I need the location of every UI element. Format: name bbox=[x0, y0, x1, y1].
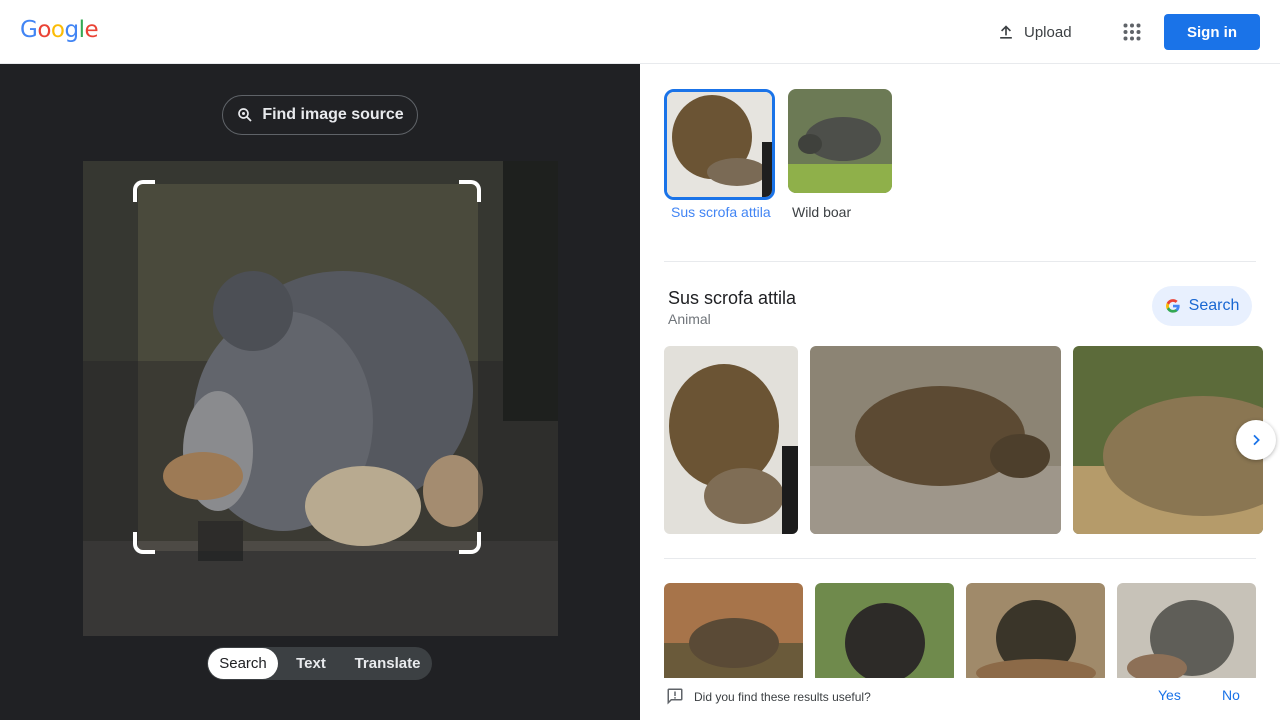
result-image[interactable] bbox=[1073, 346, 1263, 534]
feedback-yes-button[interactable]: Yes bbox=[1158, 687, 1181, 703]
result-image[interactable] bbox=[810, 346, 1061, 534]
result-image[interactable] bbox=[664, 583, 803, 683]
results-panel: Sus scrofa attila Wild boar Sus scrofa a… bbox=[640, 64, 1280, 720]
mode-switcher: Search Text Translate bbox=[207, 647, 432, 680]
sign-in-button[interactable]: Sign in bbox=[1164, 14, 1260, 50]
chip-label: Wild boar bbox=[792, 204, 852, 220]
logo-letter: G bbox=[20, 17, 38, 43]
image-crop-panel: Find image source Search Text Translate bbox=[0, 64, 640, 720]
apps-grid-icon bbox=[1123, 23, 1141, 41]
mode-text-tab[interactable]: Text bbox=[278, 648, 344, 679]
google-g-icon bbox=[1165, 299, 1180, 313]
feedback-bar: Did you find these results useful? Yes N… bbox=[640, 678, 1280, 720]
result-image[interactable] bbox=[664, 346, 798, 534]
result-image[interactable] bbox=[966, 583, 1105, 683]
google-search-button[interactable]: Search bbox=[1152, 286, 1252, 326]
google-search-label: Search bbox=[1188, 297, 1240, 314]
chip-thumbnail bbox=[788, 89, 892, 193]
chevron-right-icon bbox=[1253, 434, 1260, 446]
entity-chip-sus-scrofa-attila[interactable]: Sus scrofa attila bbox=[664, 89, 775, 222]
logo-letter: g bbox=[64, 17, 79, 43]
chip-thumbnail bbox=[664, 89, 775, 200]
crop-handle-bottom-left[interactable] bbox=[133, 532, 155, 554]
apps-button[interactable] bbox=[1116, 16, 1148, 48]
logo-letter: e bbox=[84, 17, 99, 43]
upload-label: Upload bbox=[1024, 23, 1072, 41]
boar-head-thumb bbox=[667, 92, 772, 197]
logo-letter: o bbox=[50, 17, 65, 43]
feedback-question: Did you find these results useful? bbox=[694, 690, 871, 704]
logo-letter: o bbox=[37, 17, 51, 43]
result-image[interactable] bbox=[815, 583, 954, 683]
top-bar: Google Upload Sign in bbox=[0, 0, 1280, 64]
chip-label: Sus scrofa attila bbox=[671, 204, 771, 220]
entity-title: Sus scrofa attila bbox=[668, 288, 797, 308]
section-divider bbox=[664, 558, 1256, 559]
entity-chip-wild-boar[interactable]: Wild boar bbox=[788, 89, 898, 222]
wild-boar-thumb bbox=[788, 89, 892, 193]
feedback-no-button[interactable]: No bbox=[1222, 687, 1240, 703]
mode-search-tab[interactable]: Search bbox=[208, 648, 278, 679]
find-image-source-button[interactable]: Find image source bbox=[222, 95, 418, 135]
feedback-icon bbox=[667, 688, 683, 705]
entity-subtitle: Animal bbox=[668, 311, 711, 327]
result-image[interactable] bbox=[1117, 583, 1256, 683]
google-logo[interactable]: Google bbox=[20, 17, 99, 43]
upload-icon bbox=[1000, 25, 1012, 39]
carousel-next-button[interactable] bbox=[1236, 420, 1276, 460]
crop-handle-top-right[interactable] bbox=[459, 180, 481, 202]
section-divider bbox=[664, 261, 1256, 262]
find-image-source-label: Find image source bbox=[262, 106, 404, 123]
mode-translate-tab[interactable]: Translate bbox=[344, 648, 431, 679]
crop-handle-bottom-right[interactable] bbox=[459, 532, 481, 554]
query-image[interactable] bbox=[83, 161, 558, 636]
upload-button[interactable]: Upload bbox=[990, 16, 1078, 48]
lens-search-icon bbox=[238, 108, 252, 122]
crop-handle-top-left[interactable] bbox=[133, 180, 155, 202]
